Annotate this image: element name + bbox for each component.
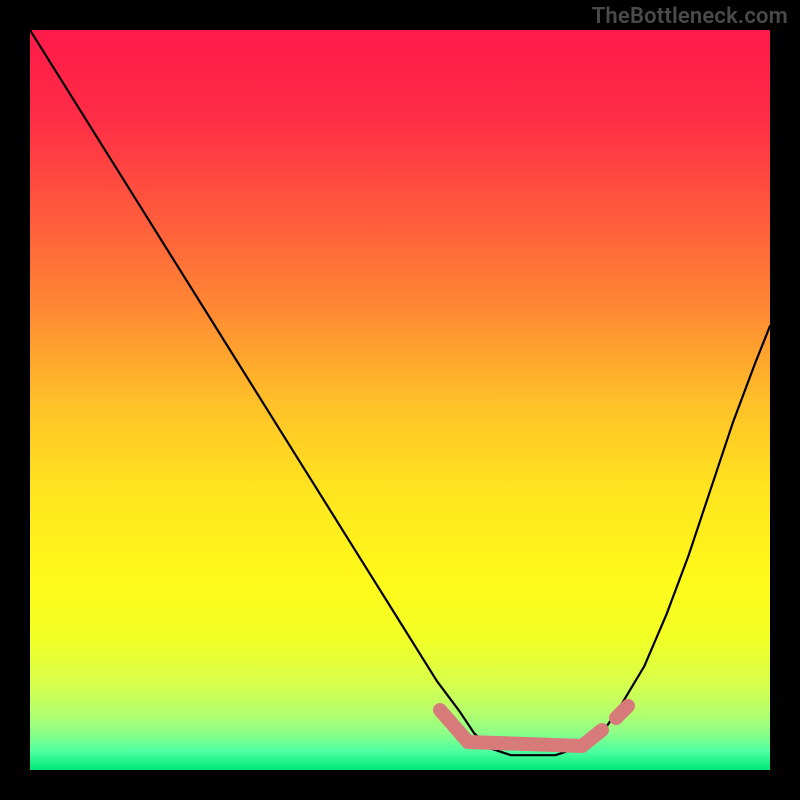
gradient-background (30, 30, 770, 770)
chart-svg (30, 30, 770, 770)
plot-area (30, 30, 770, 770)
overlay-segment (468, 742, 582, 746)
watermark-text: TheBottleneck.com (592, 4, 788, 29)
chart-frame: TheBottleneck.com (0, 0, 800, 800)
overlay-segment (616, 706, 628, 718)
